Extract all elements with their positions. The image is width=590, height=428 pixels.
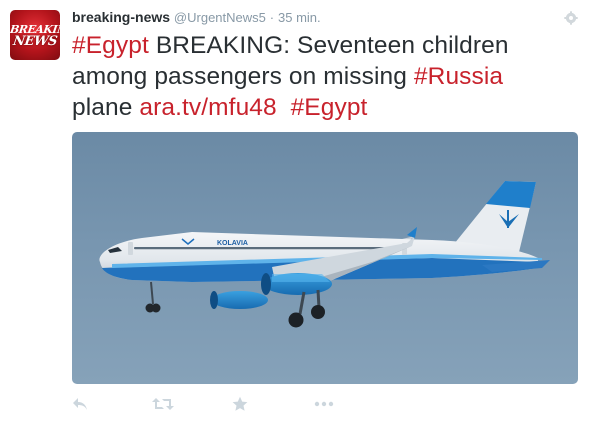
hashtag-russia[interactable]: #Russia bbox=[414, 63, 503, 90]
author-name[interactable]: breaking-news bbox=[72, 9, 170, 25]
reply-button[interactable] bbox=[72, 394, 88, 414]
retweet-icon bbox=[152, 398, 174, 410]
more-button[interactable] bbox=[314, 394, 334, 414]
tweet-header: breaking-news @UrgentNews5 · 35 min. bbox=[72, 9, 321, 25]
tweet-body-text-2: plane bbox=[72, 94, 133, 121]
tweet-text: #Egypt BREAKING: Seventeen children amon… bbox=[72, 30, 572, 123]
hashtag-egypt-2[interactable]: #Egypt bbox=[291, 94, 368, 121]
timestamp[interactable]: 35 min. bbox=[278, 10, 321, 25]
livery-text: KOLAVIA bbox=[217, 240, 248, 247]
favorite-button[interactable] bbox=[232, 394, 248, 414]
reply-icon bbox=[73, 398, 87, 410]
tweet-actions bbox=[72, 394, 472, 414]
retweet-button[interactable] bbox=[152, 394, 174, 414]
settings-icon[interactable] bbox=[564, 11, 578, 25]
tweet-photo[interactable]: KOLAVIA bbox=[72, 132, 578, 384]
avatar-text-news: NEWS bbox=[12, 34, 58, 49]
hashtag-egypt[interactable]: #Egypt bbox=[72, 32, 149, 59]
more-icon bbox=[314, 401, 334, 407]
separator-dot: · bbox=[269, 10, 275, 25]
author-handle[interactable]: @UrgentNews5 bbox=[174, 10, 266, 25]
star-icon bbox=[232, 396, 248, 411]
avatar[interactable]: BREAKING NEWS bbox=[10, 10, 60, 60]
airplane-image: KOLAVIA bbox=[99, 181, 550, 328]
tweet-link[interactable]: ara.tv/mfu48 bbox=[139, 94, 276, 121]
